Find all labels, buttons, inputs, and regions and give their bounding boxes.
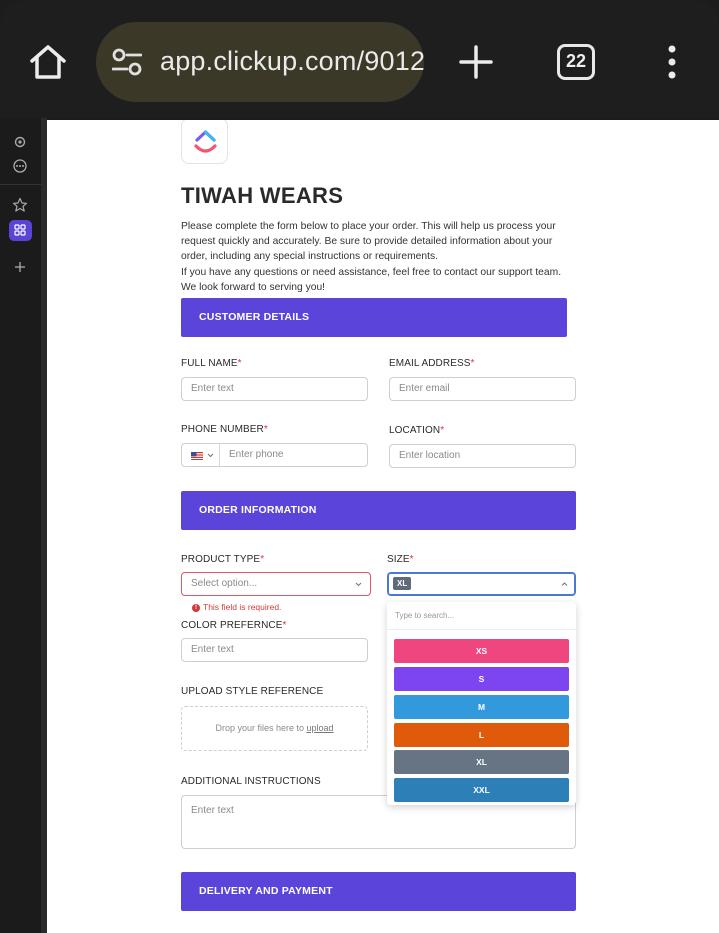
size-label: SIZE* xyxy=(387,554,414,565)
browser-toolbar: app.clickup.com/9012 22 xyxy=(0,0,719,118)
size-label-text: SIZE xyxy=(387,554,410,565)
form-page: TIWAH WEARS Please complete the form bel… xyxy=(47,120,719,933)
product-type-select[interactable]: Select option... xyxy=(181,572,371,596)
full-name-input[interactable]: Enter text xyxy=(181,377,368,401)
product-type-placeholder: Select option... xyxy=(191,578,258,589)
sidebar-divider xyxy=(0,184,41,185)
size-select[interactable]: XL xyxy=(387,572,576,596)
required-mark: * xyxy=(409,554,414,565)
description-paragraph-1: Please complete the form below to place … xyxy=(181,221,556,263)
grid-icon[interactable] xyxy=(12,222,28,238)
form-title: TIWAH WEARS xyxy=(181,183,344,208)
app-sidebar xyxy=(0,118,41,933)
dropdown-divider xyxy=(387,629,576,630)
upload-text: Drop your files here to xyxy=(215,723,307,733)
full-name-label: FULL NAME* xyxy=(181,358,242,369)
section-customer-details: CUSTOMER DETAILS xyxy=(181,298,567,337)
product-type-label-text: PRODUCT TYPE xyxy=(181,554,261,565)
new-tab-icon[interactable] xyxy=(458,44,494,80)
upload-label: UPLOAD STYLE REFERENCE xyxy=(181,686,324,697)
full-name-label-text: FULL NAME xyxy=(181,358,238,369)
add-icon[interactable] xyxy=(12,259,28,275)
more-icon[interactable] xyxy=(12,158,28,174)
product-type-error: This field is required. xyxy=(203,602,282,612)
phone-label: PHONE NUMBER* xyxy=(181,424,268,435)
size-option-m[interactable]: M xyxy=(394,695,569,719)
size-option-xs[interactable]: XS xyxy=(394,639,569,663)
required-mark: * xyxy=(263,424,268,435)
size-dropdown: Type to search... XS S M L XL XXL xyxy=(387,602,576,805)
location-input[interactable]: Enter location xyxy=(389,444,576,468)
settings-icon[interactable] xyxy=(12,134,28,150)
phone-label-text: PHONE NUMBER xyxy=(181,424,264,435)
chevron-down-icon[interactable] xyxy=(206,451,215,460)
required-mark: * xyxy=(260,554,265,565)
section-delivery-payment: DELIVERY AND PAYMENT xyxy=(181,872,576,911)
description-paragraph-2: If you have any questions or need assist… xyxy=(181,266,562,293)
instructions-label: ADDITIONAL INSTRUCTIONS xyxy=(181,776,321,787)
required-mark: * xyxy=(440,425,445,436)
home-icon[interactable] xyxy=(28,42,68,82)
section-order-information: ORDER INFORMATION xyxy=(181,491,576,530)
required-mark: * xyxy=(237,358,242,369)
upload-dropzone[interactable]: Drop your files here to upload xyxy=(181,706,368,751)
location-label-text: LOCATION xyxy=(389,425,441,436)
phone-placeholder[interactable]: Enter phone xyxy=(229,444,284,466)
form-description: Please complete the form below to place … xyxy=(181,219,576,295)
size-search-input[interactable]: Type to search... xyxy=(395,611,454,620)
email-label-text: EMAIL ADDRESS xyxy=(389,358,471,369)
email-input[interactable]: Enter email xyxy=(389,377,576,401)
more-menu-icon[interactable] xyxy=(660,44,684,80)
phone-input[interactable]: Enter phone xyxy=(181,443,368,467)
phone-divider xyxy=(219,444,220,466)
clickup-logo-icon xyxy=(194,130,217,153)
site-settings-icon[interactable] xyxy=(112,48,142,76)
color-preference-label: COLOR PREFERNCE* xyxy=(181,620,287,631)
upload-link[interactable]: upload xyxy=(307,723,334,733)
product-type-label: PRODUCT TYPE* xyxy=(181,554,264,565)
location-label: LOCATION* xyxy=(389,425,444,436)
size-option-s[interactable]: S xyxy=(394,667,569,691)
email-label: EMAIL ADDRESS* xyxy=(389,358,475,369)
required-mark: * xyxy=(470,358,475,369)
star-icon[interactable] xyxy=(12,197,28,213)
tab-switcher-button[interactable]: 22 xyxy=(557,44,595,80)
size-option-xl[interactable]: XL xyxy=(394,750,569,774)
url-bar[interactable]: app.clickup.com/9012 xyxy=(96,22,424,102)
url-text[interactable]: app.clickup.com/9012 xyxy=(160,46,424,77)
chevron-down-icon[interactable] xyxy=(354,580,363,589)
clickup-logo xyxy=(181,120,228,164)
error-icon: ! xyxy=(192,604,200,612)
required-mark: * xyxy=(282,620,287,631)
size-option-xxl[interactable]: XXL xyxy=(394,778,569,802)
size-option-l[interactable]: L xyxy=(394,723,569,747)
chevron-up-icon[interactable] xyxy=(560,580,569,589)
us-flag-icon[interactable] xyxy=(191,452,203,460)
color-label-text: COLOR PREFERNCE xyxy=(181,620,283,631)
size-selected-tag[interactable]: XL xyxy=(393,577,412,590)
color-preference-input[interactable]: Enter text xyxy=(181,638,368,662)
